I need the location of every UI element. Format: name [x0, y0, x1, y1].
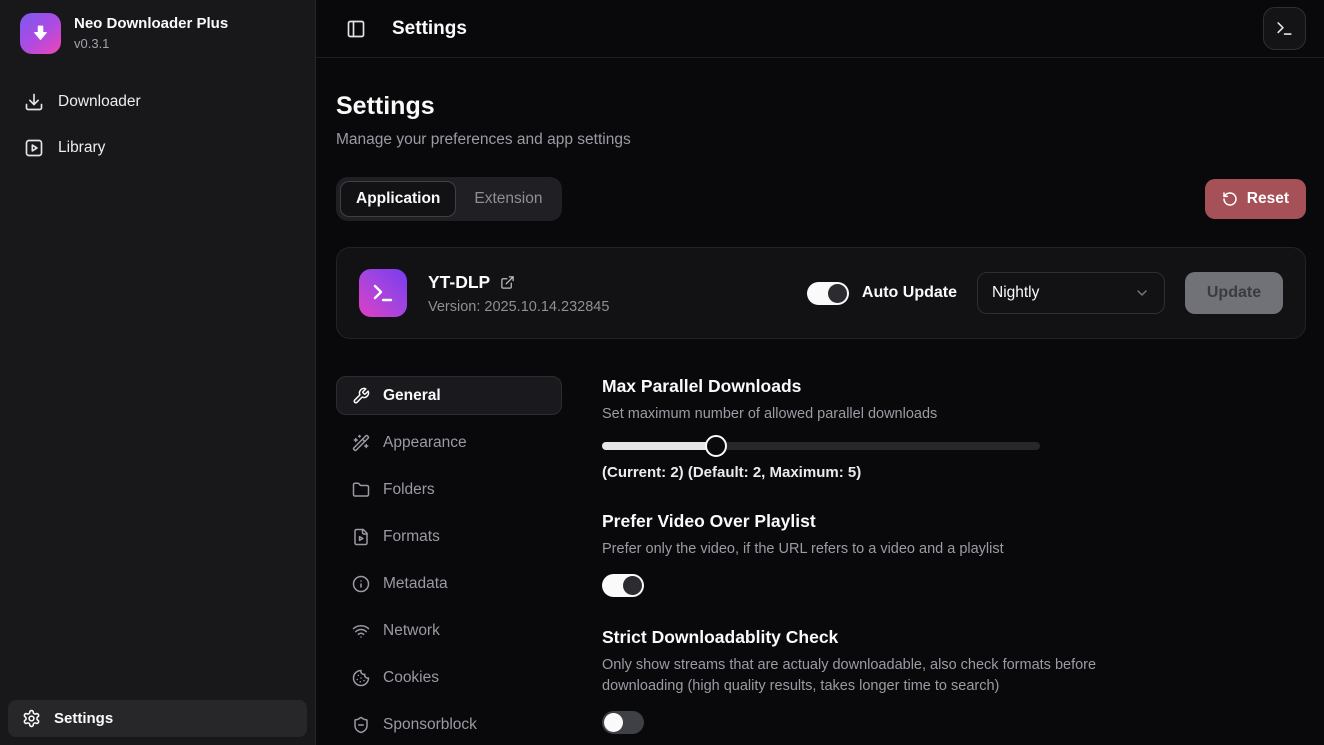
- tabs-row: Application Extension Reset: [336, 177, 1306, 221]
- setting-strict-downloadability-check: Strict Downloadablity Check Only show st…: [602, 627, 1306, 734]
- external-link-icon[interactable]: [500, 275, 515, 290]
- sidebar: Neo Downloader Plus v0.3.1 Downloader Li…: [0, 0, 316, 745]
- panel-left-icon: [346, 19, 366, 39]
- sidebar-header: Neo Downloader Plus v0.3.1: [0, 0, 315, 54]
- settings-nav-network[interactable]: Network: [336, 611, 562, 650]
- sidebar-nav: Downloader Library: [0, 84, 315, 166]
- settings-nav-general[interactable]: General: [336, 376, 562, 415]
- tab-application[interactable]: Application: [340, 181, 456, 217]
- update-channel-select[interactable]: Nightly: [977, 272, 1165, 314]
- sidebar-footer: Settings: [0, 692, 315, 745]
- app-version: v0.3.1: [74, 36, 228, 51]
- sidebar-item-downloader[interactable]: Downloader: [16, 84, 299, 120]
- gear-icon: [22, 709, 41, 728]
- topbar: Settings: [316, 0, 1324, 58]
- reset-button[interactable]: Reset: [1205, 179, 1306, 219]
- shield-minus-icon: [352, 716, 370, 734]
- sidebar-item-settings[interactable]: Settings: [8, 700, 307, 737]
- sidebar-item-library[interactable]: Library: [16, 130, 299, 166]
- ytdlp-name: YT-DLP: [428, 272, 490, 293]
- setting-description: Only show streams that are actualy downl…: [602, 655, 1114, 696]
- parallel-slider-thumb[interactable]: [705, 435, 727, 457]
- page-subtitle: Manage your preferences and app settings: [336, 131, 1306, 149]
- update-channel-value: Nightly: [992, 284, 1039, 302]
- setting-description: Prefer only the video, if the URL refers…: [602, 539, 1114, 560]
- settings-section-nav: General Appearance Folders: [336, 376, 562, 744]
- parallel-downloads-slider[interactable]: [602, 442, 1040, 450]
- settings-nav-label: Cookies: [383, 669, 439, 687]
- ytdlp-logo: [359, 269, 407, 317]
- app-logo: [20, 13, 61, 54]
- settings-nav-label: Network: [383, 622, 440, 640]
- toggle-knob: [604, 713, 623, 732]
- reset-button-label: Reset: [1247, 190, 1289, 208]
- info-icon: [352, 575, 370, 593]
- sidebar-toggle-button[interactable]: [346, 19, 366, 39]
- settings-nav-label: Sponsorblock: [383, 716, 477, 734]
- setting-title: Max Parallel Downloads: [602, 376, 1306, 397]
- toggle-knob: [623, 576, 642, 595]
- ytdlp-controls: Auto Update Nightly Update: [807, 272, 1283, 314]
- settings-nav-label: Folders: [383, 481, 435, 499]
- setting-prefer-video-over-playlist: Prefer Video Over Playlist Prefer only t…: [602, 511, 1306, 598]
- wand-sparkles-icon: [352, 434, 370, 452]
- folder-icon: [352, 481, 370, 499]
- update-button[interactable]: Update: [1185, 272, 1283, 314]
- toggle-knob: [828, 284, 847, 303]
- topbar-title: Settings: [392, 18, 467, 40]
- settings-nav-label: Metadata: [383, 575, 448, 593]
- settings-page: Settings Manage your preferences and app…: [316, 58, 1324, 745]
- terminal-icon: [371, 281, 395, 305]
- sidebar-item-label: Settings: [54, 710, 113, 727]
- parallel-downloads-status: (Current: 2) (Default: 2, Maximum: 5): [602, 464, 1306, 481]
- settings-nav-label: Appearance: [383, 434, 467, 452]
- file-play-icon: [352, 528, 370, 546]
- settings-nav-metadata[interactable]: Metadata: [336, 564, 562, 603]
- setting-description: Set maximum number of allowed parallel d…: [602, 404, 1114, 425]
- download-tray-icon: [24, 92, 44, 112]
- settings-tabs: Application Extension: [336, 177, 562, 221]
- app-name: Neo Downloader Plus: [74, 13, 228, 32]
- app-window: Neo Downloader Plus v0.3.1 Downloader Li…: [0, 0, 1324, 745]
- cookie-icon: [352, 669, 370, 687]
- terminal-button[interactable]: [1263, 7, 1306, 50]
- download-icon: [30, 23, 51, 44]
- parallel-slider-fill: [602, 442, 716, 450]
- setting-max-parallel-downloads: Max Parallel Downloads Set maximum numbe…: [602, 376, 1306, 481]
- sidebar-item-label: Downloader: [58, 93, 141, 111]
- page-title: Settings: [336, 92, 1306, 121]
- chevron-down-icon: [1134, 285, 1150, 301]
- settings-body: General Appearance Folders: [336, 376, 1306, 744]
- ytdlp-info: YT-DLP Version: 2025.10.14.232845: [428, 272, 609, 315]
- main-area: Settings Settings Manage your preference…: [316, 0, 1324, 745]
- settings-nav-label: Formats: [383, 528, 440, 546]
- wrench-icon: [352, 387, 370, 405]
- ytdlp-card: YT-DLP Version: 2025.10.14.232845 Auto U…: [336, 247, 1306, 339]
- rotate-ccw-icon: [1222, 191, 1238, 207]
- wifi-icon: [352, 622, 370, 640]
- settings-nav-label: General: [383, 387, 441, 405]
- settings-nav-sponsorblock[interactable]: Sponsorblock: [336, 705, 562, 744]
- auto-update-control: Auto Update: [807, 282, 957, 305]
- settings-nav-folders[interactable]: Folders: [336, 470, 562, 509]
- sidebar-item-label: Library: [58, 139, 105, 157]
- terminal-icon: [1275, 19, 1294, 38]
- settings-nav-formats[interactable]: Formats: [336, 517, 562, 556]
- tab-extension[interactable]: Extension: [458, 181, 558, 217]
- strict-check-toggle[interactable]: [602, 711, 644, 734]
- app-identity: Neo Downloader Plus v0.3.1: [74, 13, 228, 51]
- settings-nav-appearance[interactable]: Appearance: [336, 423, 562, 462]
- topbar-left: Settings: [346, 18, 467, 40]
- setting-title: Prefer Video Over Playlist: [602, 511, 1306, 532]
- prefer-video-toggle[interactable]: [602, 574, 644, 597]
- auto-update-label: Auto Update: [862, 284, 957, 302]
- auto-update-toggle[interactable]: [807, 282, 849, 305]
- square-play-icon: [24, 138, 44, 158]
- settings-content: Max Parallel Downloads Set maximum numbe…: [602, 376, 1306, 744]
- setting-title: Strict Downloadablity Check: [602, 627, 1306, 648]
- ytdlp-version: Version: 2025.10.14.232845: [428, 299, 609, 315]
- settings-nav-cookies[interactable]: Cookies: [336, 658, 562, 697]
